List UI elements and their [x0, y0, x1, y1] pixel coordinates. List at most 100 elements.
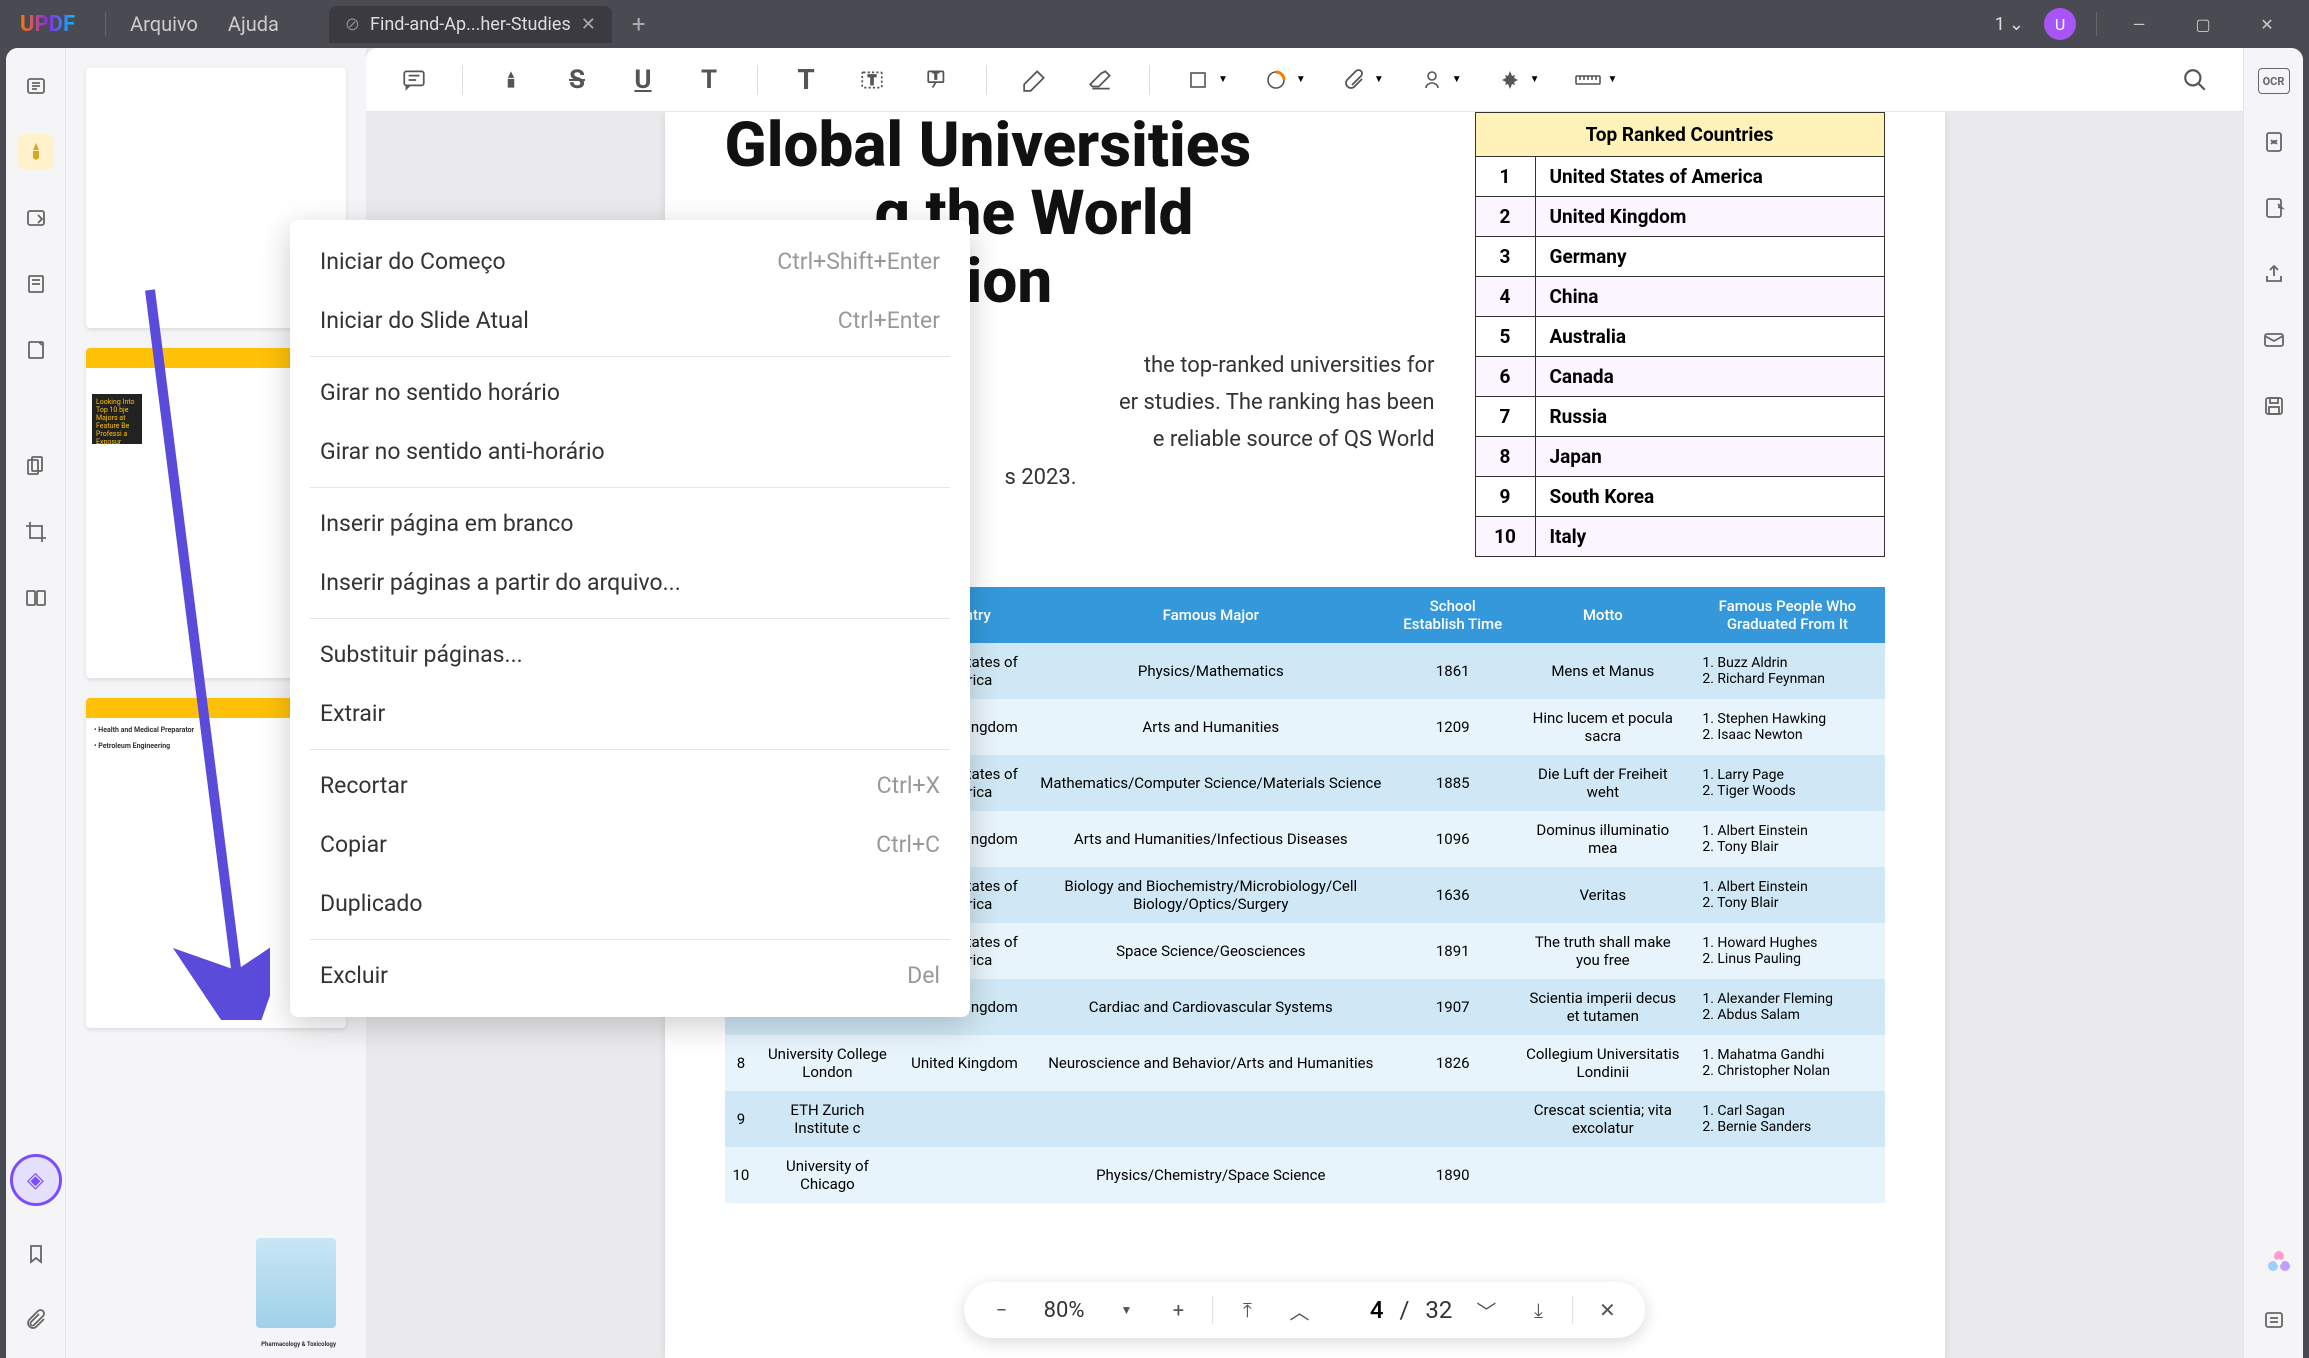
compare-icon[interactable] — [18, 580, 54, 616]
highlighter-icon[interactable] — [493, 62, 529, 98]
window-maximize[interactable]: ▢ — [2181, 8, 2225, 40]
stamp-tool[interactable]: ▼ — [1258, 62, 1306, 98]
titlebar-sep — [105, 12, 106, 36]
menu-item[interactable]: Inserir página em branco — [290, 494, 970, 553]
menu-item[interactable]: Duplicado — [290, 874, 970, 933]
menu-item[interactable]: Girar no sentido anti-horário — [290, 422, 970, 481]
annotation-toolbar: S U T T T T ▼ ▼ ▼ ▼ ▼ ▼ — [366, 48, 2243, 112]
menu-separator — [310, 618, 950, 619]
search-icon[interactable] — [2177, 62, 2213, 98]
convert-icon[interactable] — [2256, 124, 2292, 160]
country-row: 7Russia — [1475, 397, 1885, 437]
prev-page-button[interactable]: ︿ — [1281, 1292, 1317, 1328]
chevron-down-icon: ▼ — [1374, 74, 1384, 85]
edit-text-icon[interactable] — [18, 200, 54, 236]
close-bar-button[interactable]: ✕ — [1589, 1292, 1625, 1328]
attachment-icon[interactable] — [18, 1302, 54, 1338]
organize-pages-icon[interactable] — [18, 448, 54, 484]
total-pages: 32 — [1425, 1296, 1452, 1324]
highlight-icon[interactable] — [18, 134, 54, 170]
last-page-button[interactable]: ⤓ — [1520, 1292, 1556, 1328]
menu-separator — [310, 356, 950, 357]
chevron-down-icon: ▼ — [1530, 74, 1540, 85]
sign-tool[interactable]: ▼ — [1492, 62, 1540, 98]
menu-item[interactable]: RecortarCtrl+X — [290, 756, 970, 815]
squiggly-icon[interactable]: T — [691, 62, 727, 98]
country-row: 1United States of America — [1475, 157, 1885, 197]
text-tool-icon[interactable]: T — [788, 62, 824, 98]
first-page-button[interactable]: ⤒ — [1229, 1292, 1265, 1328]
zoom-dropdown-icon[interactable]: ▼ — [1108, 1292, 1144, 1328]
chevron-down-icon: ▼ — [1296, 74, 1306, 85]
page-navigation-bar: − 80% ▼ + ⤒ ︿ / 32 ﹀ ⤓ ✕ — [964, 1282, 1646, 1338]
countries-table: Top Ranked Countries 1United States of A… — [1475, 112, 1885, 557]
add-tab-button[interactable]: + — [632, 10, 646, 38]
page-separator: / — [1399, 1296, 1409, 1324]
menu-item[interactable]: Iniciar do Slide AtualCtrl+Enter — [290, 291, 970, 350]
svg-text:T: T — [868, 73, 876, 88]
measure-tool[interactable]: ▼ — [1570, 62, 1618, 98]
bookmark-icon[interactable] — [18, 1236, 54, 1272]
zoom-in-button[interactable]: + — [1160, 1292, 1196, 1328]
current-page-input[interactable] — [1333, 1296, 1383, 1324]
menu-item[interactable]: Extrair — [290, 684, 970, 743]
strikethrough-icon[interactable]: S — [559, 62, 595, 98]
menu-separator — [310, 749, 950, 750]
comment-icon[interactable] — [396, 62, 432, 98]
chevron-down-icon: ▼ — [1608, 74, 1618, 85]
left-sidebar: ◈ — [6, 48, 66, 1358]
window-count[interactable]: 1 ⌄ — [1995, 14, 2024, 35]
share-icon[interactable] — [2256, 256, 2292, 292]
ocr-icon[interactable]: OCR — [2258, 68, 2290, 94]
attach-tool[interactable]: ▼ — [1336, 62, 1384, 98]
menu-separator — [310, 939, 950, 940]
menu-item[interactable]: Inserir páginas a partir do arquivo... — [290, 553, 970, 612]
callout-icon[interactable]: T — [920, 62, 956, 98]
document-tab[interactable]: ⊘ Find-and-Ap...her-Studies ✕ — [329, 6, 612, 43]
flower-decoration-icon — [2263, 1246, 2295, 1278]
next-page-button[interactable]: ﹀ — [1468, 1292, 1504, 1328]
user-avatar[interactable]: U — [2044, 8, 2076, 40]
shape-tool[interactable]: ▼ — [1180, 62, 1228, 98]
menu-file[interactable]: Arquivo — [130, 12, 198, 36]
textbox-icon[interactable]: T — [854, 62, 890, 98]
menu-item[interactable]: Girar no sentido horário — [290, 363, 970, 422]
university-row: 10University of ChicagoPhysics/Chemistry… — [725, 1147, 1885, 1203]
window-close[interactable]: ✕ — [2245, 8, 2289, 40]
crop-icon[interactable] — [18, 514, 54, 550]
menu-item[interactable]: ExcluirDel — [290, 946, 970, 1005]
country-row: 6Canada — [1475, 357, 1885, 397]
context-menu: Iniciar do ComeçoCtrl+Shift+EnterIniciar… — [290, 220, 970, 1017]
compress-icon[interactable] — [2256, 190, 2292, 226]
window-minimize[interactable]: — — [2117, 8, 2161, 40]
country-row: 10Italy — [1475, 517, 1885, 557]
reader-mode-icon[interactable] — [18, 68, 54, 104]
eraser-icon[interactable] — [1083, 62, 1119, 98]
underline-icon[interactable]: U — [625, 62, 661, 98]
chevron-down-icon: ▼ — [1218, 74, 1228, 85]
university-row: 9ETH Zurich Institute cCrescat scientia;… — [725, 1091, 1885, 1147]
app-logo: UPDF — [20, 12, 75, 37]
email-icon[interactable] — [2256, 322, 2292, 358]
svg-text:T: T — [933, 70, 939, 81]
tab-title: Find-and-Ap...her-Studies — [370, 14, 571, 35]
country-row: 3Germany — [1475, 237, 1885, 277]
ai-assistant-button[interactable]: ◈ — [10, 1154, 62, 1206]
chevron-down-icon: ▼ — [1452, 74, 1462, 85]
zoom-out-button[interactable]: − — [984, 1292, 1020, 1328]
tab-close-icon[interactable]: ✕ — [581, 14, 596, 35]
page-layout-icon[interactable] — [18, 266, 54, 302]
list-panel-icon[interactable] — [2256, 1302, 2292, 1338]
country-row: 4China — [1475, 277, 1885, 317]
menu-help[interactable]: Ajuda — [228, 12, 279, 36]
university-row: 8University College LondonUnited Kingdom… — [725, 1035, 1885, 1091]
tab-doc-icon: ⊘ — [345, 14, 360, 35]
menu-item[interactable]: Substituir páginas... — [290, 625, 970, 684]
menu-item[interactable]: Iniciar do ComeçoCtrl+Shift+Enter — [290, 232, 970, 291]
save-icon[interactable] — [2256, 388, 2292, 424]
signature-tool[interactable]: ▼ — [1414, 62, 1462, 98]
right-sidebar: OCR — [2243, 48, 2303, 1358]
pencil-icon[interactable] — [1017, 62, 1053, 98]
form-icon[interactable] — [18, 332, 54, 368]
menu-item[interactable]: CopiarCtrl+C — [290, 815, 970, 874]
